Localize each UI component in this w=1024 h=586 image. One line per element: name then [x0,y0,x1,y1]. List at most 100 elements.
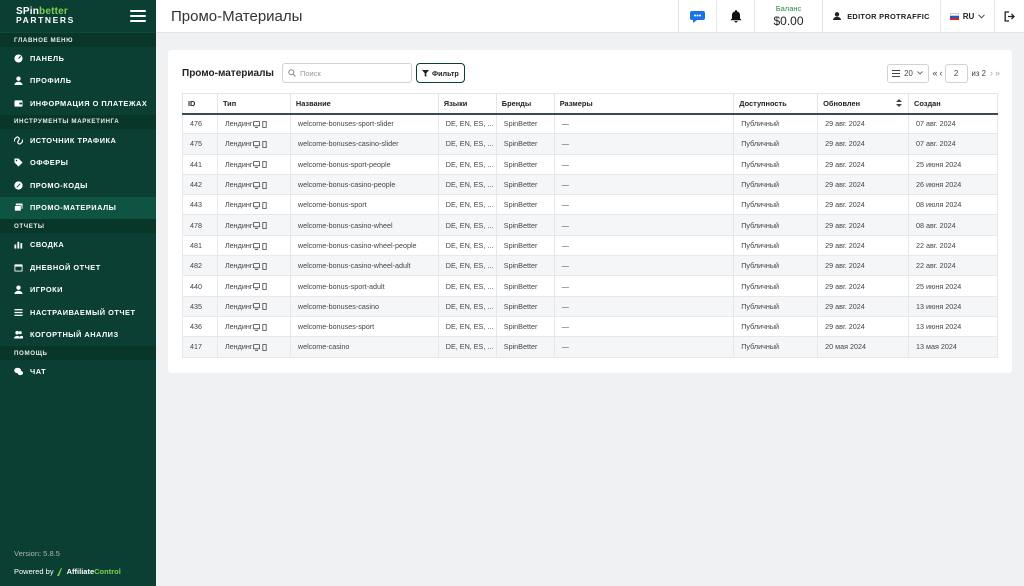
table-cell: welcome-bonuses-casino [289,295,439,317]
desktop-icon [253,202,261,209]
page-number-input[interactable]: 2 [944,63,968,83]
table-row[interactable]: 481 Лендинг welcome-bonus-casino-wheel-peo… [182,234,998,257]
table-row[interactable]: 482 Лендинг welcome-bonus-casino-wheel-adu… [182,255,998,277]
table-cell: 441 [182,153,218,175]
sidebar-item-label: ОФФЕРЫ [30,158,69,168]
table-cell: Лендинг [216,234,291,257]
table-row[interactable]: 442 Лендинг welcome-bonus-casino-people DE,… [182,173,998,196]
table-cell: Публичный [733,336,819,358]
table-cell: 25 июня 2024 [908,153,998,175]
table-cell: SpinBetter [495,315,555,338]
table-cell: welcome-bonus-sport [289,194,439,216]
table-row[interactable]: 478 Лендинг welcome-bonus-casino-wheel DE, … [182,214,998,236]
column-header[interactable]: Название [289,93,439,115]
table-row[interactable]: 440 Лендинг welcome-bonus-sport-adult DE, E… [182,275,998,297]
column-header[interactable]: Создан [908,93,998,115]
sidebar-item-label: ИГРОКИ [30,285,63,295]
table-cell: Лендинг [216,112,291,135]
menu-toggle-icon[interactable] [130,10,146,22]
sidebar-item-сводка[interactable]: СВОДКА [0,233,156,256]
table-cell: DE, EN, ES, ... [437,234,497,257]
chat-icon [12,366,24,376]
sidebar-item-игроки[interactable]: ИГРОКИ [0,278,156,301]
table-cell: Лендинг [216,336,291,358]
sidebar-item-label: КОГОРТНЫЙ АНАЛИЗ [30,330,119,340]
table-cell: 481 [182,234,218,257]
first-page-icon[interactable]: « [933,68,938,78]
search-input[interactable]: Поиск [281,63,412,83]
desktop-icon [253,303,261,311]
logo[interactable]: SPinbetter PARTNERS [16,7,75,25]
sidebar-item-чат[interactable]: ЧАТ [0,360,156,383]
table-cell: Лендинг [216,255,291,277]
sidebar-item-промо-коды[interactable]: ПРОМО-КОДЫ [0,174,156,197]
table-row[interactable]: 417 Лендинг welcome-casino DE, EN, ES, ... S… [182,336,998,358]
table-cell: 26 июня 2024 [908,173,998,196]
column-header[interactable]: Доступность [733,93,819,115]
table-cell: SpinBetter [495,214,555,236]
balance-widget[interactable]: Баланс $0.00 [754,0,822,33]
table-cell: 13 июня 2024 [908,295,998,317]
table-cell: Публичный [733,112,819,135]
chat-button[interactable] [678,0,716,33]
logout-button[interactable] [994,0,1024,33]
table-cell: DE, EN, ES, ... [437,133,497,155]
sidebar-item-дневной-отчет[interactable]: ДНЕВНОЙ ОТЧЕТ [0,256,156,279]
table-cell: welcome-bonus-sport-people [289,153,439,175]
sidebar-item-когортный-анализ[interactable]: КОГОРТНЫЙ АНАЛИЗ [0,324,156,347]
table-row[interactable]: 435 Лендинг welcome-bonuses-casino DE, EN, … [182,295,998,317]
table-cell: Лендинг [216,194,291,216]
sidebar-item-источник-трафика[interactable]: ИСТОЧНИК ТРАФИКА [0,129,156,152]
sidebar-section-title: ОТЧЕТЫ [0,219,156,234]
users-icon [12,330,24,340]
table-cell: 417 [182,336,218,358]
column-header[interactable]: Размеры [553,93,735,115]
sidebar-item-label: ПРОМО-КОДЫ [30,180,88,190]
sidebar-item-информация-о-платежах[interactable]: ИНФОРМАЦИЯ О ПЛАТЕЖАХ [0,92,156,115]
table-row[interactable]: 441 Лендинг welcome-bonus-sport-people DE, … [182,153,998,175]
column-header[interactable]: Обновлен [817,93,910,115]
sidebar-item-офферы[interactable]: ОФФЕРЫ [0,151,156,174]
column-header[interactable]: Тип [216,93,291,115]
table-cell: Публичный [733,133,819,155]
column-header[interactable]: ID [182,93,218,115]
table-cell: 29 авг. 2024 [817,234,910,257]
table-cell: DE, EN, ES, ... [437,295,497,317]
per-page-select[interactable]: 20 [886,63,929,83]
user-menu[interactable]: EDITOR PROTRAFFIC [822,0,940,33]
notifications-button[interactable] [716,0,754,33]
column-header[interactable]: Бренды [495,93,555,115]
sidebar-item-настраиваемый-отчет[interactable]: НАСТРАИВАЕМЫЙ ОТЧЕТ [0,301,156,324]
table-row[interactable]: 475 Лендинг welcome-bonuses-casino-slider D… [182,133,998,155]
filter-button[interactable]: Фильтр [415,63,465,83]
table-cell: — [553,295,735,317]
table-cell: Публичный [733,315,819,338]
table-cell: — [553,153,735,175]
table-cell: SpinBetter [495,234,555,257]
sidebar-item-панель[interactable]: ПАНЕЛЬ [0,47,156,70]
next-page-icon[interactable]: › [990,68,993,78]
table-cell: DE, EN, ES, ... [437,275,497,297]
card-toolbar: Промо-материалы Поиск Фильтр 20 « ‹ 2 из… [182,63,1000,83]
table-cell: Публичный [733,234,819,257]
column-header[interactable]: Языки [437,93,497,115]
table-row[interactable]: 443 Лендинг welcome-bonus-sport DE, EN, ES,… [182,194,998,216]
last-page-icon[interactable]: » [995,68,1000,78]
table-cell: Лендинг [216,315,291,338]
sidebar-item-промо-материалы[interactable]: ПРОМО-МАТЕРИАЛЫ [0,196,156,220]
sidebar-item-профиль[interactable]: ПРОФИЛЬ [0,70,156,93]
page-title: Промо-Материалы [171,7,303,25]
table-cell: 08 авг. 2024 [908,214,998,236]
language-selector[interactable]: RU [940,0,994,33]
table-cell: 443 [182,194,218,216]
table-cell: 13 июня 2024 [908,315,998,338]
table-cell: 07 авг. 2024 [908,133,998,155]
table-cell: SpinBetter [495,336,555,358]
table-row[interactable]: 436 Лендинг welcome-bonuses-sport DE, EN, E… [182,315,998,338]
table-row[interactable]: 476 Лендинг welcome-bonuses-sport-slider DE… [182,112,998,135]
table-cell: — [553,173,735,196]
table-cell: 478 [182,214,218,236]
prev-page-icon[interactable]: ‹ [940,68,943,78]
filter-icon [421,69,429,77]
pagination: 20 « ‹ 2 из 2 › » [886,63,1000,83]
